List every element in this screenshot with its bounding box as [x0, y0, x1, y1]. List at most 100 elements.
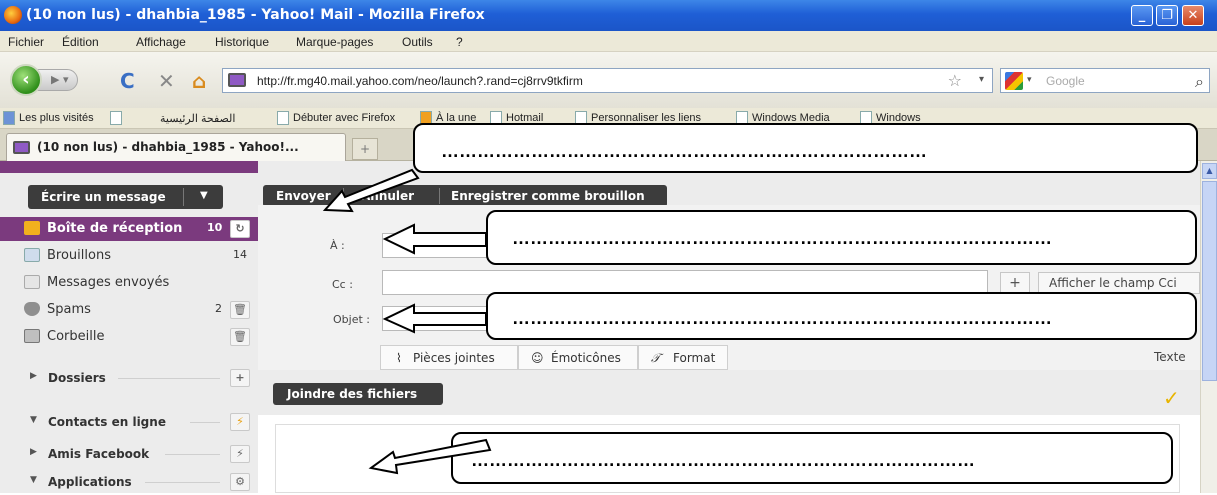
menu-affichage[interactable]: Affichage — [136, 35, 186, 49]
section-applications[interactable]: ▼ Applications ⚙ — [0, 469, 258, 495]
forward-button[interactable]: ▶ ▾ — [36, 69, 78, 91]
minimize-button[interactable]: _ — [1131, 5, 1153, 26]
mail-icon — [13, 141, 30, 154]
empty-trash-icon[interactable]: 🗑 — [230, 328, 250, 346]
menu-edition[interactable]: Édition — [62, 35, 99, 49]
new-tab-button[interactable]: + — [352, 138, 378, 160]
folder-label: Corbeille — [47, 329, 105, 344]
address-bar[interactable]: http://fr.mg40.mail.yahoo.com/neo/launch… — [222, 68, 993, 93]
navigation-toolbar: ▶ ▾ ‹ C ✕ ⌂ http://fr.mg40.mail.yahoo.co… — [0, 52, 1217, 108]
folder-sent[interactable]: Messages envoyés — [0, 271, 258, 295]
compose-label: Écrire un message — [41, 190, 166, 204]
folder-label: Brouillons — [47, 248, 111, 263]
folder-label: Spams — [47, 302, 91, 317]
add-recipient-button[interactable]: + — [1000, 272, 1030, 294]
smiley-icon: ☺ — [531, 351, 544, 365]
chevron-down-icon[interactable]: ▼ — [200, 190, 208, 201]
menu-help[interactable]: ? — [456, 35, 463, 49]
section-facebook-friends[interactable]: ▶ Amis Facebook ⚡ — [0, 441, 258, 467]
trash-icon[interactable]: 🗑 — [230, 301, 250, 319]
tab-label: Format — [673, 351, 716, 365]
drafts-count: 14 — [233, 248, 247, 261]
menu-marque-pages[interactable]: Marque-pages — [296, 35, 373, 49]
bookmark-getting-started[interactable]: Débuter avec Firefox — [293, 112, 395, 124]
firefox-icon — [4, 6, 22, 24]
divider — [165, 454, 220, 455]
menu-outils[interactable]: Outils — [402, 35, 433, 49]
page-icon — [277, 111, 289, 125]
search-engine-dropdown-icon[interactable]: ▾ — [1027, 75, 1032, 85]
section-online-contacts[interactable]: ▼ Contacts en ligne ⚡ — [0, 409, 258, 435]
trash-can-icon — [24, 329, 40, 343]
divider — [439, 188, 440, 204]
annotation-callout-send: ……………………………………………………………………… — [413, 123, 1198, 173]
callout-text: ……………………………………………………………………………… — [512, 228, 1052, 248]
cc-label: Cc : — [332, 278, 353, 291]
save-draft-button[interactable]: Enregistrer comme brouillon — [451, 189, 645, 203]
chevron-down-icon[interactable]: ▾ — [979, 74, 984, 85]
divider — [183, 188, 184, 206]
folder-trash[interactable]: Corbeille 🗑 — [0, 325, 258, 349]
reload-icon[interactable]: C — [120, 69, 135, 93]
cancel-button[interactable]: Annuler — [361, 189, 414, 203]
search-icon[interactable]: ⌕ — [1195, 72, 1204, 92]
activity-icon[interactable]: ⚡ — [230, 445, 250, 463]
bookmark-star-icon[interactable]: ☆ — [948, 71, 962, 90]
tab-label: Émoticônes — [551, 351, 621, 365]
scroll-thumb[interactable] — [1202, 181, 1217, 381]
scroll-up-icon[interactable]: ▲ — [1202, 163, 1217, 179]
subject-label: Objet : — [333, 313, 370, 326]
status-icon[interactable]: ⚡ — [230, 413, 250, 431]
folder-label: Messages envoyés — [47, 275, 170, 290]
tab-emoticons[interactable]: ☺ Émoticônes — [518, 345, 638, 370]
annotation-callout-subject: ……………………………………………………………………………… — [486, 292, 1197, 340]
home-icon[interactable]: ⌂ — [192, 69, 206, 93]
folder-drafts[interactable]: Brouillons 14 — [0, 244, 258, 268]
close-button[interactable]: ✕ — [1182, 5, 1204, 26]
inbox-icon — [24, 221, 40, 235]
menu-bar: Fichier Édition Affichage Historique Mar… — [0, 31, 1217, 52]
sent-icon — [24, 275, 40, 289]
section-label: Dossiers — [48, 371, 106, 385]
refresh-icon[interactable]: ↻ — [230, 220, 250, 238]
unread-count: 10 — [207, 221, 223, 234]
bookmark-most-visited[interactable]: Les plus visités — [19, 112, 94, 124]
folder-spam[interactable]: Spams 2 🗑 — [0, 298, 258, 322]
bookmark-arabic-home[interactable]: الصفحة الرئيسية — [160, 112, 235, 125]
gear-icon[interactable]: ⚙ — [230, 473, 250, 491]
menu-fichier[interactable]: Fichier — [8, 35, 44, 49]
send-button[interactable]: Envoyer — [276, 189, 331, 203]
divider — [343, 188, 344, 204]
vertical-scrollbar[interactable]: ▲ — [1200, 161, 1217, 493]
menu-historique[interactable]: Historique — [215, 35, 269, 49]
to-label: À : — [330, 239, 345, 252]
spam-count: 2 — [215, 302, 222, 315]
chevron-right-icon: ▶ — [30, 447, 37, 457]
plain-text-toggle[interactable]: Texte — [1154, 350, 1186, 364]
show-bcc-button[interactable]: Afficher le champ Cci — [1038, 272, 1200, 294]
folder-inbox[interactable]: Boîte de réception 10 ↻ — [0, 217, 258, 241]
tab-label: (10 non lus) - dhahbia_1985 - Yahoo!... — [37, 140, 299, 154]
search-bar[interactable]: ▾ Google ⌕ — [1000, 68, 1210, 93]
tab-format[interactable]: 𝒯 Format — [638, 345, 728, 370]
back-button[interactable]: ‹ — [10, 64, 42, 96]
window-title: (10 non lus) - dhahbia_1985 - Yahoo! Mai… — [26, 7, 485, 23]
attach-files-button[interactable]: Joindre des fichiers — [273, 383, 443, 405]
compose-button[interactable]: Écrire un message ▼ — [28, 185, 223, 209]
maximize-button[interactable]: ❐ — [1156, 5, 1178, 26]
folder-label: Boîte de réception — [47, 221, 183, 236]
tab-attachments[interactable]: ⌇ Pièces jointes — [380, 345, 518, 370]
section-label: Contacts en ligne — [48, 415, 166, 429]
compose-tabs: ⌇ Pièces jointes ☺ Émoticônes 𝒯 Format T… — [258, 345, 1200, 370]
add-folder-icon[interactable]: + — [230, 369, 250, 387]
google-icon[interactable] — [1005, 72, 1023, 90]
divider — [190, 422, 220, 423]
page-icon — [110, 111, 122, 125]
callout-text: ……………………………………………………………………………… — [512, 308, 1052, 328]
drafts-icon — [24, 248, 40, 262]
stop-icon[interactable]: ✕ — [158, 69, 175, 93]
section-folders[interactable]: ▶ Dossiers + — [0, 365, 258, 391]
window-title-bar: (10 non lus) - dhahbia_1985 - Yahoo! Mai… — [0, 0, 1217, 31]
header-strip — [0, 161, 258, 173]
tab-yahoo-mail[interactable]: (10 non lus) - dhahbia_1985 - Yahoo!... — [6, 133, 346, 161]
